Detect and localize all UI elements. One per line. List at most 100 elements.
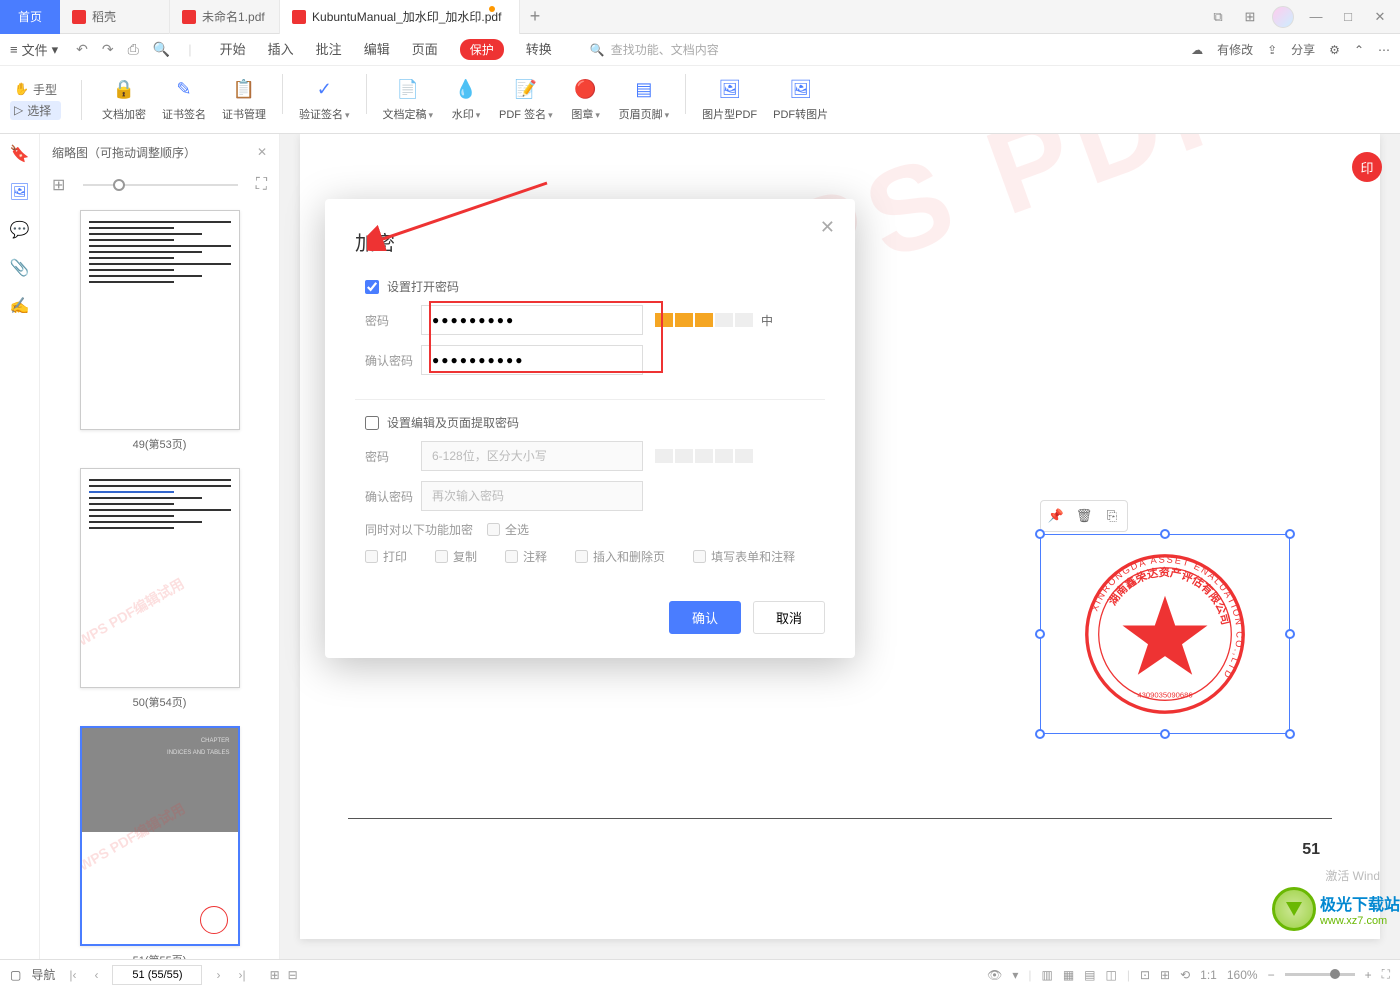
share-button[interactable]: 分享 [1291, 41, 1315, 58]
view-icon[interactable]: ▥ [1041, 968, 1052, 982]
edit-password-confirm-input[interactable] [421, 481, 643, 511]
menu-edit[interactable]: 编辑 [364, 39, 390, 60]
tool-PDF 签名[interactable]: 📝PDF 签名▾ [491, 74, 561, 126]
view-icon[interactable]: ⊡ [1140, 968, 1150, 982]
dialog-close-button[interactable]: ✕ [820, 217, 835, 238]
settings-icon[interactable]: ⚙ [1329, 43, 1340, 57]
zoom-level[interactable]: 160% [1227, 968, 1258, 982]
perm-pages-checkbox[interactable] [575, 550, 588, 563]
menu-convert[interactable]: 转换 [526, 39, 552, 60]
tool-水印[interactable]: 💧水印▾ [441, 74, 491, 126]
signature-icon[interactable]: ✍ [8, 294, 32, 318]
prev-page-button[interactable]: ‹ [90, 968, 102, 982]
document-view[interactable]: WPS PDF 编 51 激活 Wind 印 📌 🗑 ⎘ [280, 134, 1400, 959]
seal-pin-button[interactable]: 📌 [1044, 504, 1068, 528]
tool-证书管理[interactable]: 📋证书管理 [214, 74, 274, 126]
perm-copy-checkbox[interactable] [435, 550, 448, 563]
view-icon[interactable]: ⊞ [1160, 968, 1170, 982]
tool-图片型PDF[interactable]: 🖼图片型PDF [694, 74, 765, 126]
select-all-checkbox[interactable] [487, 523, 500, 536]
tab-kubuntu[interactable]: KubuntuManual_加水印_加水印.pdf [280, 0, 520, 34]
resize-handle[interactable] [1285, 529, 1295, 539]
tab-untitled[interactable]: 未命名1.pdf [170, 0, 280, 34]
nav-label[interactable]: 导航 [31, 966, 55, 983]
page-number-input[interactable] [112, 965, 202, 985]
thumb-item-50[interactable]: WPS PDF编辑试用 50(第54页) [70, 468, 249, 710]
next-page-button[interactable]: › [212, 968, 224, 982]
hand-mode[interactable]: ✋手型 [10, 80, 61, 99]
thumb-expand-icon[interactable]: ⛶ [256, 176, 267, 194]
fullscreen-icon[interactable]: ⛶ [1382, 967, 1390, 982]
thumb-zoom-slider[interactable] [83, 184, 237, 186]
zoom-in-button[interactable]: + [1365, 968, 1372, 982]
thumb-grid-icon[interactable]: ⊞ [52, 175, 65, 195]
resize-handle[interactable] [1160, 529, 1170, 539]
undo-icon[interactable]: ↶ [76, 41, 88, 58]
select-mode[interactable]: ▷选择 [10, 101, 61, 120]
zoom-slider[interactable] [1285, 973, 1355, 976]
tool-PDF转图片[interactable]: 🖼PDF转图片 [765, 74, 836, 126]
search-icon[interactable]: 🔍 [153, 41, 170, 58]
tool-页眉页脚[interactable]: ▤页眉页脚▾ [611, 74, 678, 126]
tool-文档加密[interactable]: 🔒文档加密 [94, 74, 154, 126]
actual-size-button[interactable]: 1:1 [1200, 968, 1217, 982]
seal-object[interactable]: 📌 🗑 ⎘ XINRONGDA ASSET ENALUATION CO.,LTD… [1040, 534, 1290, 734]
seal-delete-button[interactable]: 🗑 [1072, 504, 1096, 528]
menu-insert[interactable]: 插入 [268, 39, 294, 60]
resize-handle[interactable] [1035, 629, 1045, 639]
rotate-icon[interactable]: ⟲ [1180, 968, 1190, 982]
tool-验证签名[interactable]: ✓验证签名▾ [291, 74, 358, 126]
cancel-button[interactable]: 取消 [753, 601, 825, 634]
eye-icon[interactable]: 👁 [987, 968, 1002, 982]
attachment-icon[interactable]: 📎 [8, 256, 32, 280]
seal-copy-button[interactable]: ⎘ [1100, 504, 1124, 528]
thumb-item-51[interactable]: CHAPTERINDICES AND TABLES WPS PDF编辑试用 51… [70, 726, 249, 959]
cloud-icon[interactable]: ☁ [1191, 43, 1203, 57]
window-maximize[interactable]: □ [1338, 7, 1358, 27]
tab-daoke[interactable]: 稻壳 [60, 0, 170, 34]
menu-start[interactable]: 开始 [220, 39, 246, 60]
window-close[interactable]: ✕ [1370, 7, 1390, 27]
open-password-input[interactable] [421, 305, 643, 335]
resize-handle[interactable] [1160, 729, 1170, 739]
stamp-fab[interactable]: 印 [1352, 152, 1382, 182]
menu-annotate[interactable]: 批注 [316, 39, 342, 60]
perm-forms-checkbox[interactable] [693, 550, 706, 563]
thumb-item-49[interactable]: 49(第53页) [70, 210, 249, 452]
tool-文档定稿[interactable]: 📄文档定稿▾ [375, 74, 442, 126]
set-open-password-checkbox[interactable] [365, 280, 379, 294]
tab-add-button[interactable]: + [520, 6, 550, 27]
resize-handle[interactable] [1035, 529, 1045, 539]
view-icon[interactable]: ▤ [1084, 968, 1095, 982]
last-page-button[interactable]: ›| [234, 968, 249, 982]
layout-icon[interactable]: ⊟ [288, 968, 298, 982]
resize-handle[interactable] [1285, 629, 1295, 639]
ok-button[interactable]: 确认 [669, 601, 741, 634]
tool-图章[interactable]: 🔴图章▾ [561, 74, 611, 126]
redo-icon[interactable]: ↷ [102, 41, 114, 58]
thumb-close[interactable]: ✕ [257, 145, 267, 159]
set-edit-password-checkbox[interactable] [365, 416, 379, 430]
view-icon[interactable]: ◫ [1106, 968, 1117, 982]
comment-icon[interactable]: 💬 [8, 218, 32, 242]
avatar[interactable] [1272, 6, 1294, 28]
zoom-out-button[interactable]: − [1268, 968, 1275, 982]
dropdown-icon[interactable]: ▾ [1012, 968, 1018, 982]
menu-search[interactable]: 🔍 查找功能、文档内容 [590, 41, 719, 58]
open-password-confirm-input[interactable] [421, 345, 643, 375]
window-minimize[interactable]: — [1306, 7, 1326, 27]
resize-handle[interactable] [1035, 729, 1045, 739]
menu-protect[interactable]: 保护 [460, 39, 504, 60]
tab-home[interactable]: 首页 [0, 0, 60, 34]
perm-annotate-checkbox[interactable] [505, 550, 518, 563]
more-icon[interactable]: ⋯ [1378, 43, 1390, 57]
resize-handle[interactable] [1285, 729, 1295, 739]
tool-证书签名[interactable]: ✎证书签名 [154, 74, 214, 126]
file-menu[interactable]: ≡ 文件 ▾ [10, 40, 58, 59]
view-icon[interactable]: ▦ [1063, 968, 1074, 982]
reader-mode-icon[interactable]: ⧉ [1208, 7, 1228, 27]
bookmark-icon[interactable]: 🔖 [8, 142, 32, 166]
print-icon[interactable]: ⎙ [128, 41, 139, 58]
first-page-button[interactable]: |‹ [65, 968, 80, 982]
thumb-list[interactable]: 49(第53页) WPS PDF编辑试用 50(第54页) CHAPTERIND… [40, 200, 279, 959]
